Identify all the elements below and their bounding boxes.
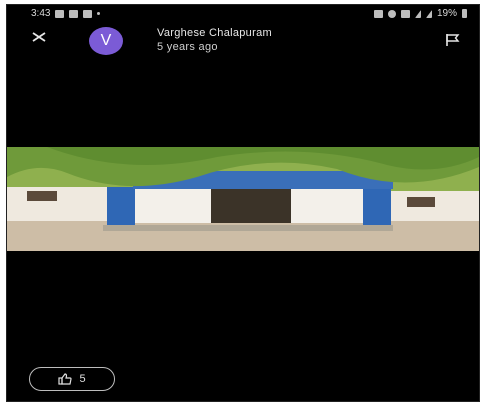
status-time: 3:43 <box>31 8 51 19</box>
close-icon <box>32 32 46 42</box>
post-time: 5 years ago <box>157 41 218 53</box>
location-icon <box>387 9 396 18</box>
signal-icon <box>414 9 421 18</box>
network-icon <box>400 9 410 18</box>
thumbs-up-icon <box>58 373 73 385</box>
battery-icon <box>462 9 467 18</box>
notification-icon <box>83 9 93 18</box>
signal-icon <box>425 9 432 18</box>
status-icon <box>373 9 383 18</box>
author-name[interactable]: Varghese Chalapuram <box>157 27 272 39</box>
status-bar: 3:43 19% <box>7 5 479 23</box>
photo-viewer-screen: 3:43 19% V Varghese Chalapuram 5 years a… <box>6 4 480 402</box>
battery-percent: 19% <box>436 8 457 19</box>
avatar[interactable]: V <box>89 27 123 55</box>
notification-icon <box>55 9 65 18</box>
dot-icon <box>97 12 101 15</box>
flag-icon[interactable] <box>445 33 461 47</box>
notification-icon <box>69 9 79 18</box>
status-bar-right: 19% <box>373 8 467 19</box>
status-bar-left: 3:43 <box>31 8 101 19</box>
like-count: 5 <box>79 373 86 385</box>
post-header: V Varghese Chalapuram 5 years ago <box>7 23 479 59</box>
close-button[interactable] <box>31 29 47 49</box>
post-photo[interactable] <box>7 147 479 251</box>
like-button[interactable]: 5 <box>29 367 115 391</box>
